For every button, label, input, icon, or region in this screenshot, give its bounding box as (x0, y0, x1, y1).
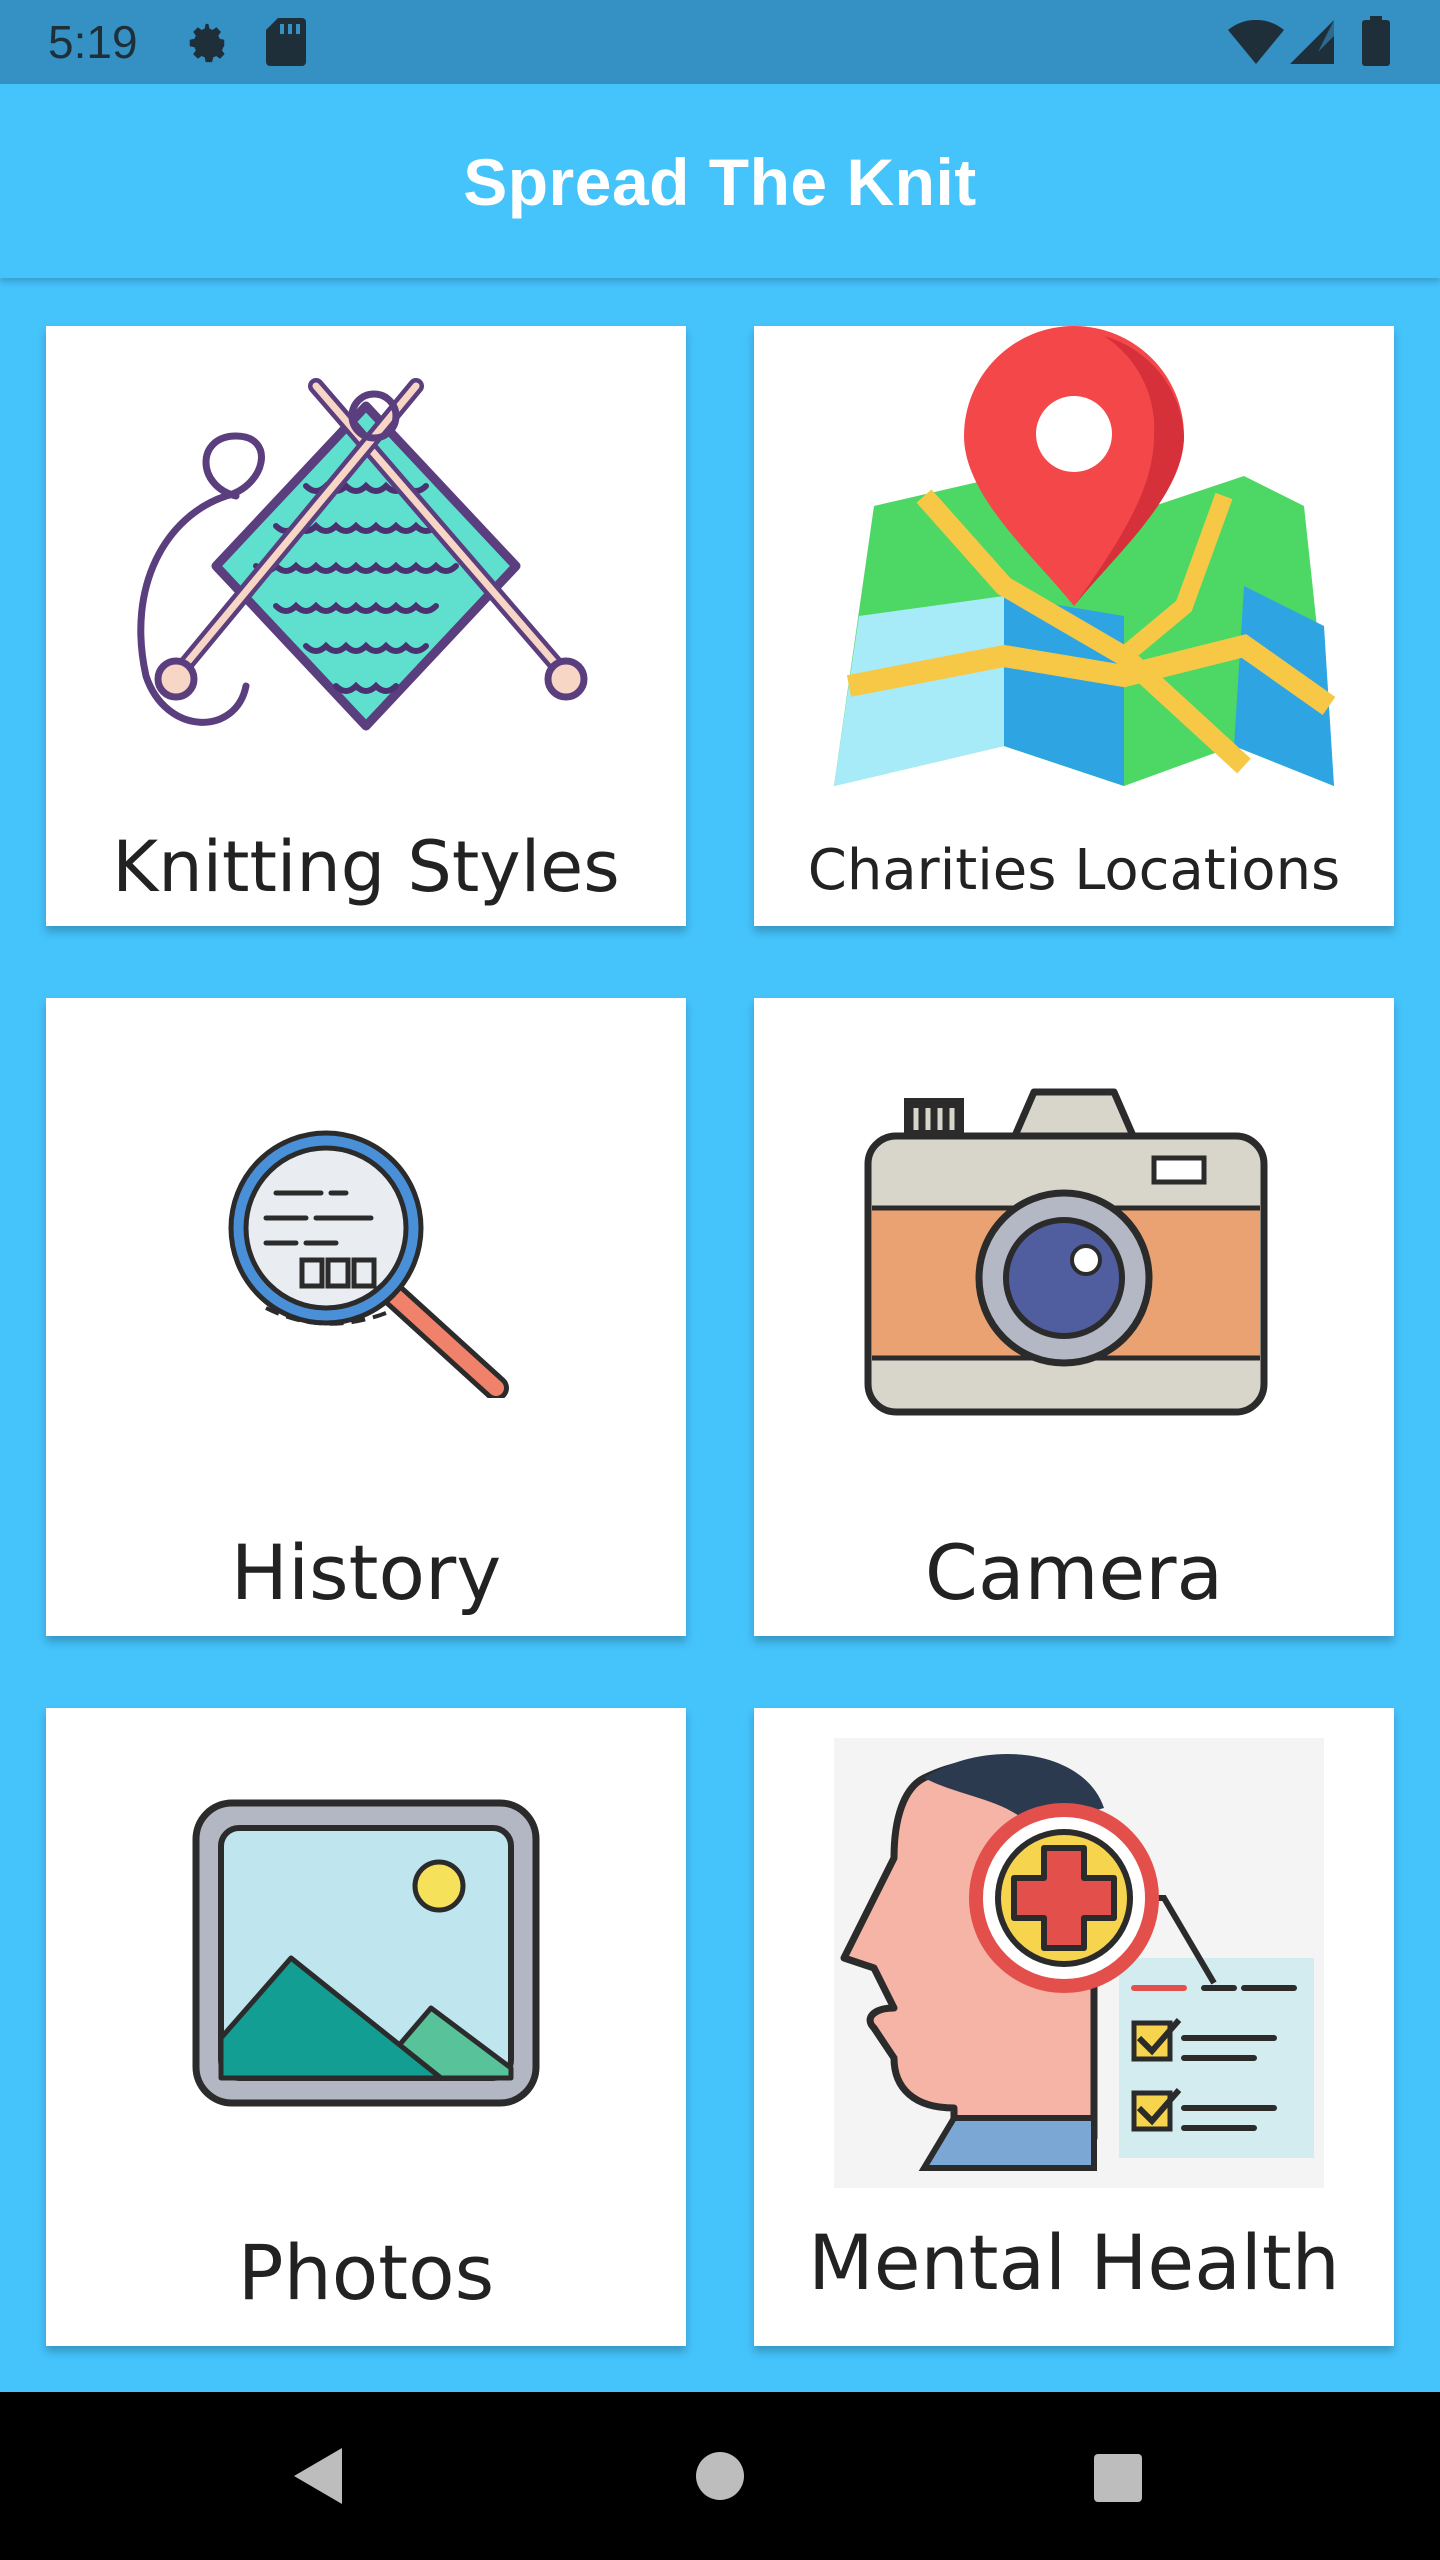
home-icon[interactable] (694, 2450, 746, 2502)
app-title: Spread The Knit (463, 145, 977, 219)
signal-icon (1290, 20, 1334, 64)
battery-icon (1362, 16, 1390, 66)
mental-health-label: Mental Health (808, 2218, 1340, 2307)
charities-locations-tile[interactable]: Charities Locations (754, 326, 1394, 926)
recents-icon[interactable] (1092, 2452, 1144, 2504)
sd-card-icon (266, 18, 306, 66)
knitting-icon (137, 378, 588, 731)
camera-tile[interactable]: Camera (754, 998, 1394, 1636)
photos-label: Photos (237, 2228, 495, 2317)
history-tile[interactable]: History (46, 998, 686, 1636)
charities-locations-label: Charities Locations (807, 838, 1341, 903)
back-icon[interactable] (290, 2444, 346, 2508)
navigation-bar (0, 2392, 1440, 2560)
wifi-icon (1228, 20, 1284, 64)
camera-icon (864, 1088, 1268, 1416)
history-label: History (230, 1528, 502, 1617)
photos-tile[interactable]: Photos (46, 1708, 686, 2346)
knitting-styles-tile[interactable]: Knitting Styles (46, 326, 686, 926)
map-pin-icon (834, 326, 1336, 786)
app-bar: Spread The Knit (0, 84, 1440, 278)
mental-health-icon (834, 1738, 1324, 2188)
status-bar: 5:19 (0, 0, 1440, 84)
photo-icon (192, 1799, 540, 2107)
menu-grid: Knitting Styles Charities Locations Hist… (0, 278, 1440, 2390)
mental-health-tile[interactable]: Mental Health (754, 1708, 1394, 2346)
camera-label: Camera (924, 1528, 1224, 1617)
gear-icon (189, 23, 225, 63)
status-time: 5:19 (48, 16, 138, 68)
magnifier-icon (228, 1130, 509, 1398)
knitting-styles-label: Knitting Styles (112, 826, 620, 908)
